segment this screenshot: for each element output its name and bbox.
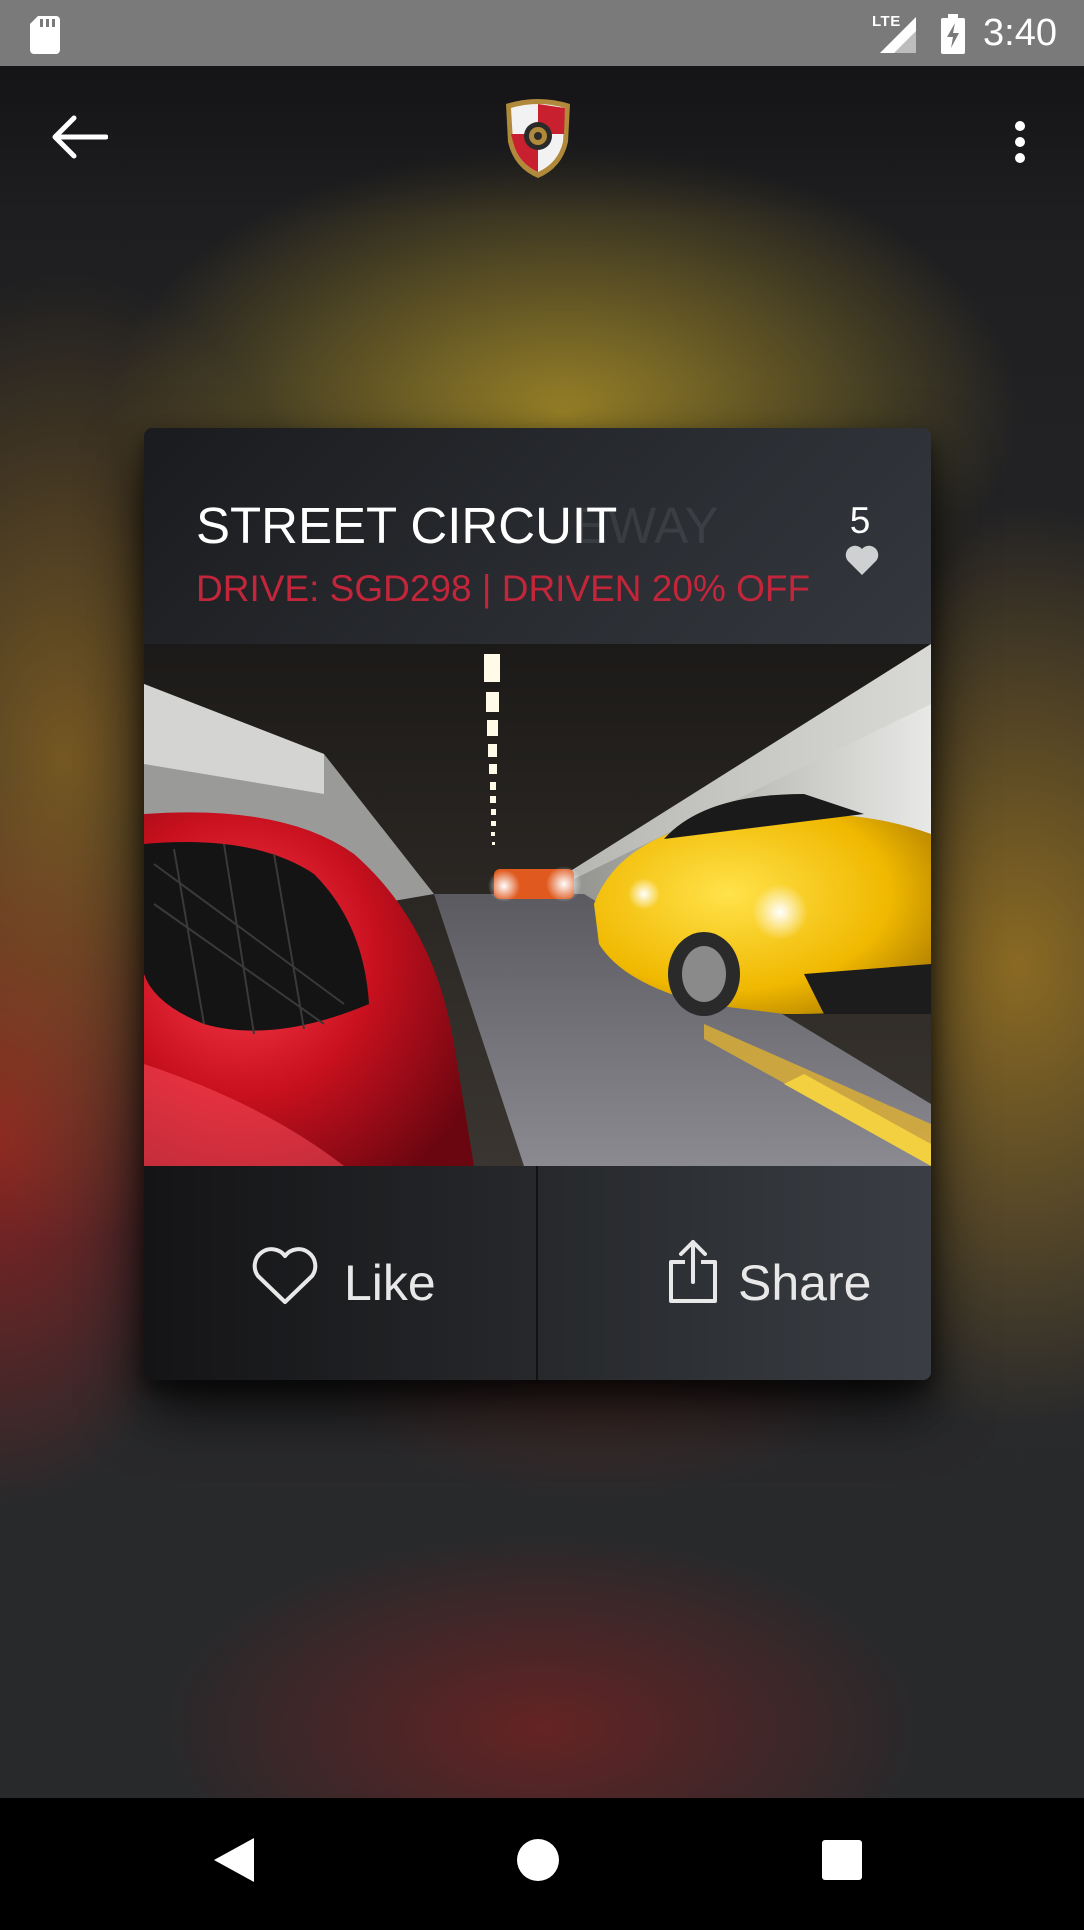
share-label: Share bbox=[738, 1255, 872, 1311]
signal-icon bbox=[880, 17, 916, 53]
like-button[interactable]: Like bbox=[144, 1166, 536, 1380]
app-logo-shield bbox=[506, 99, 570, 178]
card-header: EWAY STREET CIRCUIT DRIVE: SGD298 | DRIV… bbox=[144, 428, 931, 644]
heart-icon bbox=[845, 545, 879, 575]
experience-card[interactable]: EWAY STREET CIRCUIT DRIVE: SGD298 | DRIV… bbox=[144, 428, 931, 1380]
toolbar bbox=[0, 66, 1084, 216]
share-icon bbox=[669, 1240, 717, 1303]
heart-outline-icon bbox=[252, 1247, 318, 1304]
status-bar: LTE 3:40 bbox=[0, 0, 1084, 66]
clock: 3:40 bbox=[983, 12, 1057, 54]
nav-back-icon[interactable] bbox=[212, 1836, 256, 1884]
overflow-menu-icon[interactable] bbox=[1005, 118, 1035, 166]
battery-charging-icon bbox=[941, 14, 965, 54]
card-title: STREET CIRCUIT bbox=[196, 497, 618, 554]
card-actions: Like Share bbox=[144, 1166, 931, 1380]
card-image bbox=[144, 644, 931, 1166]
car-photo bbox=[144, 644, 931, 1166]
like-label: Like bbox=[344, 1255, 436, 1311]
back-arrow-icon[interactable] bbox=[50, 114, 108, 160]
nav-home-icon[interactable] bbox=[516, 1838, 560, 1882]
app-content: EWAY STREET CIRCUIT DRIVE: SGD298 | DRIV… bbox=[0, 66, 1084, 1798]
system-navigation-bar bbox=[0, 1798, 1084, 1930]
nav-recents-icon[interactable] bbox=[822, 1840, 862, 1880]
share-button[interactable]: Share bbox=[538, 1166, 931, 1380]
card-price-subtitle: DRIVE: SGD298 | DRIVEN 20% OFF bbox=[196, 568, 811, 609]
like-count: 5 bbox=[849, 500, 871, 541]
sd-card-icon bbox=[30, 16, 60, 54]
